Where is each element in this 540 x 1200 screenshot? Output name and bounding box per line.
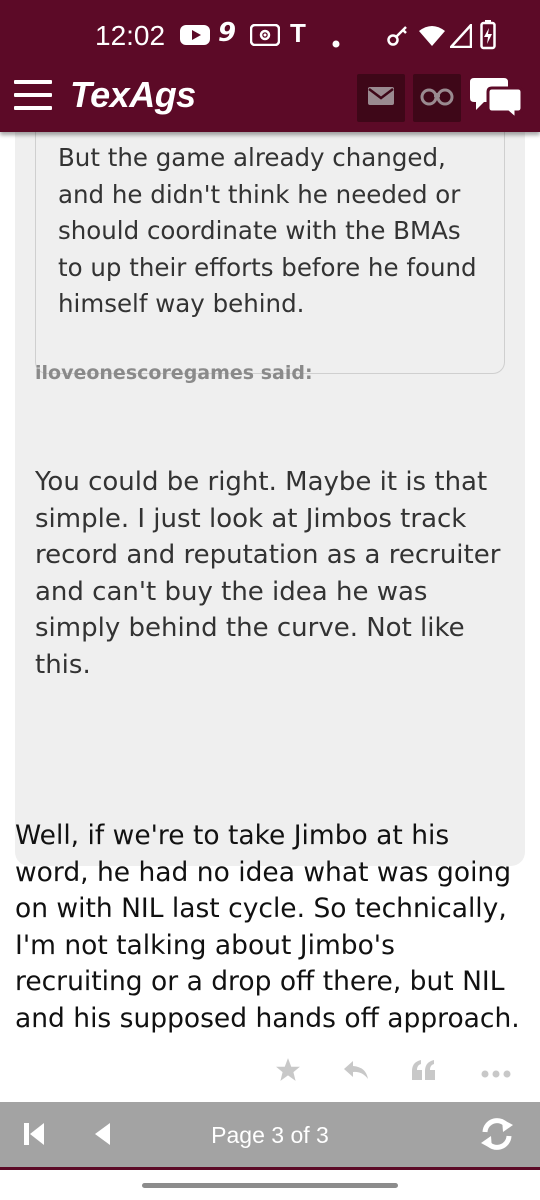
quote-icon — [411, 1059, 437, 1085]
status-bar: 12:02 9 T — [0, 14, 540, 58]
thread-content[interactable]: But the game already changed, and he did… — [0, 132, 540, 1102]
radio-icon — [249, 23, 281, 50]
texags-logo[interactable]: TexAgs — [70, 74, 196, 116]
gesture-bar[interactable] — [142, 1183, 398, 1188]
signal-icon — [448, 21, 473, 52]
page-navigation: Page 3 of 3 — [0, 1102, 540, 1170]
binoculars-icon — [420, 86, 454, 110]
dot-icon — [332, 33, 340, 52]
quote-block: But the game already changed, and he did… — [15, 132, 525, 866]
youtube-icon — [180, 24, 210, 50]
refresh-button[interactable] — [470, 1102, 524, 1170]
star-button[interactable] — [268, 1052, 308, 1092]
key-icon — [386, 24, 410, 52]
wifi-icon — [418, 24, 446, 52]
status-time: 12:02 — [95, 20, 166, 51]
quote-button[interactable] — [404, 1052, 444, 1092]
battery-icon — [480, 20, 496, 54]
chat-bubbles-icon — [470, 78, 526, 124]
nested-quote-text: But the game already changed, and he did… — [58, 143, 477, 318]
quote-text: You could be right. Maybe it is that sim… — [35, 467, 501, 680]
reply-button[interactable] — [336, 1052, 376, 1092]
reply-icon — [342, 1059, 370, 1085]
nested-quote-block: But the game already changed, and he did… — [35, 132, 505, 374]
refresh-icon — [478, 1117, 516, 1155]
more-button[interactable] — [476, 1052, 516, 1092]
post-body: Well, if we're to take Jimbo at his word… — [15, 820, 520, 1034]
nine-app-icon: 9 — [218, 18, 237, 48]
menu-icon[interactable] — [14, 80, 52, 110]
mail-button[interactable] — [357, 74, 405, 122]
quote-author-line[interactable]: iloveonescoregames said: — [35, 362, 313, 384]
t-app-icon: T — [290, 18, 306, 48]
chat-bubbles-button[interactable] — [470, 74, 526, 124]
mail-icon — [368, 87, 394, 109]
more-icon — [481, 1063, 511, 1082]
page-indicator[interactable]: Page 3 of 3 — [0, 1122, 540, 1149]
star-icon — [275, 1057, 301, 1087]
app-bar: TexAgs — [0, 66, 540, 132]
top-bar: 12:02 9 T TexAgs — [0, 0, 540, 132]
binoculars-button[interactable] — [413, 74, 461, 122]
